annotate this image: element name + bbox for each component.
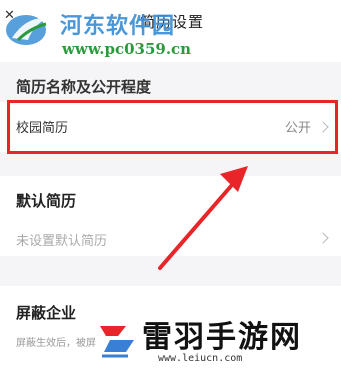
top-bar: ✕ 简历设置 河东软件园 www.pc0359.cn	[0, 0, 341, 62]
chevron-right-icon	[317, 232, 329, 244]
watermark-site-url: www.pc0359.cn	[62, 40, 192, 58]
watermark-logo	[6, 15, 48, 45]
block-company-title: 屏蔽企业	[16, 304, 77, 322]
section-header-public: 简历名称及公开程度	[0, 70, 341, 100]
section-title-public: 简历名称及公开程度	[16, 78, 152, 96]
brand-url: www.leiucn.com	[158, 353, 243, 364]
brand-name: 雷羽手游网	[142, 320, 302, 355]
default-resume-value[interactable]: 未设置默认简历	[16, 230, 107, 249]
brand-watermark: 雷羽手游网 www.leiucn.com	[96, 312, 336, 374]
watermark-site-name: 河东软件园	[60, 14, 176, 39]
brand-logo-icon	[100, 326, 134, 358]
default-resume-title: 默认简历	[16, 192, 77, 210]
default-resume-block: 默认简历 未设置默认简历	[0, 176, 341, 256]
highlight-box	[7, 100, 338, 154]
block-company-note: 屏蔽生效后，被屏	[16, 338, 96, 349]
